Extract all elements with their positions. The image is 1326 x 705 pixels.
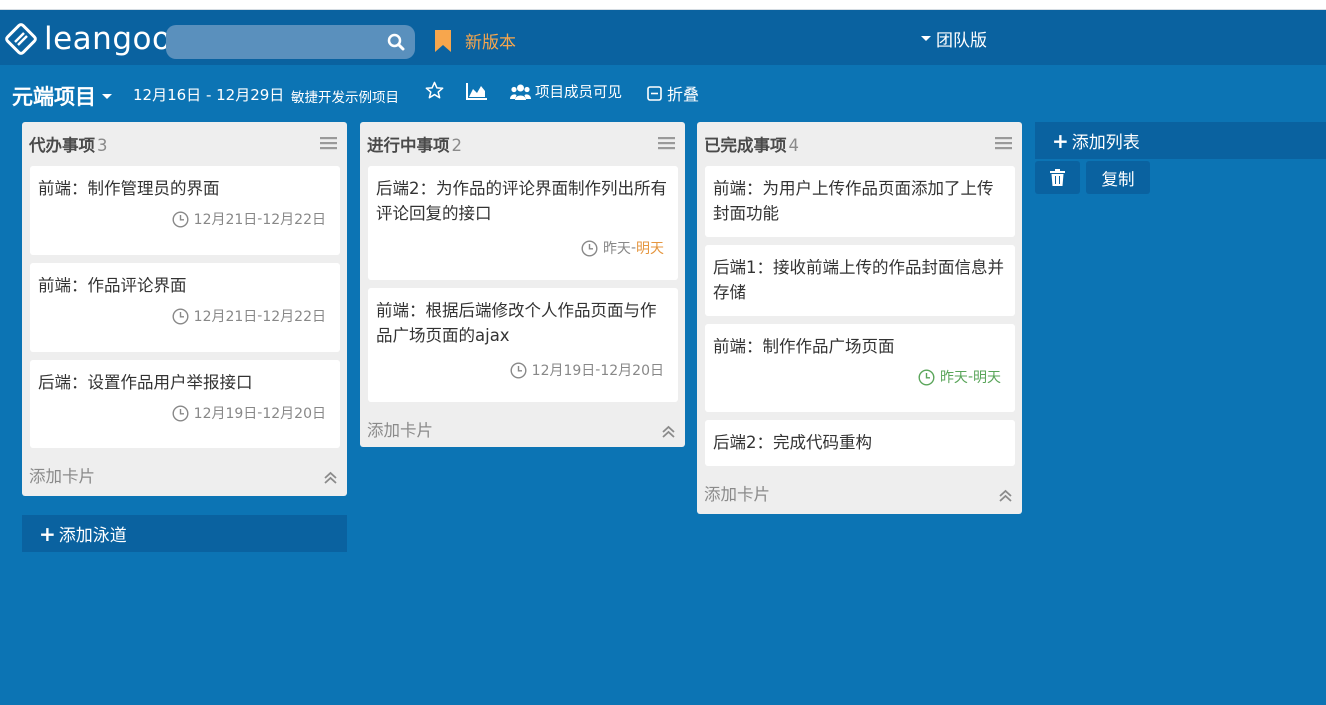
trash-icon — [1050, 169, 1065, 186]
add-list-label: 添加列表 — [1071, 133, 1140, 153]
plus-icon: + — [39, 521, 56, 546]
add-card-button[interactable]: 添加卡片 — [704, 481, 770, 505]
double-chevron-up-icon[interactable] — [661, 424, 676, 439]
add-list-button[interactable]: + 添加列表 — [1035, 122, 1326, 159]
menu-icon[interactable] — [995, 136, 1012, 150]
chart-icon[interactable] — [466, 82, 488, 100]
card[interactable]: 前端：根据后端修改个人作品页面与作品广场页面的ajax 12月19日 - 12月… — [368, 288, 678, 402]
team-edition-dropdown[interactable]: 团队版 — [921, 26, 987, 51]
list-count: 3 — [97, 136, 108, 155]
card-title: 后端：设置作品用户举报接口 — [38, 373, 253, 392]
card-title: 前端：根据后端修改个人作品页面与作品广场页面的ajax — [376, 301, 657, 345]
plus-icon: + — [1052, 128, 1069, 153]
double-chevron-up-icon[interactable] — [323, 470, 338, 485]
list-footer: 添加卡片 — [697, 474, 1022, 514]
list-in-progress: 进行中事项 2 后端2：为作品的评论界面制作列出所有评论回复的接口 昨天 - 明天… — [360, 122, 685, 447]
logo[interactable]: leangoo — [4, 22, 171, 56]
add-swimlane-label: 添加泳道 — [58, 526, 127, 546]
card[interactable]: 后端：设置作品用户举报接口 12月19日 - 12月20日 — [30, 360, 340, 448]
list-title[interactable]: 进行中事项 2 — [367, 132, 462, 156]
clock-icon — [510, 361, 527, 379]
card-due-date: 昨天 - 明天 — [713, 367, 1007, 387]
menu-icon[interactable] — [320, 136, 337, 150]
team-edition-label: 团队版 — [936, 31, 987, 51]
list-footer: 添加卡片 — [360, 410, 685, 447]
card-due-date: 12月21日 - 12月22日 — [38, 209, 332, 229]
card[interactable]: 后端2：完成代码重构 — [705, 420, 1015, 466]
search-icon[interactable] — [387, 33, 405, 51]
card-title: 后端2：为作品的评论界面制作列出所有评论回复的接口 — [376, 179, 667, 223]
clock-icon — [918, 368, 935, 386]
star-icon[interactable] — [425, 81, 444, 100]
copy-button[interactable]: 复制 — [1086, 161, 1150, 194]
list-header: 进行中事项 2 — [360, 122, 685, 162]
clock-icon — [172, 210, 189, 228]
list-footer: 添加卡片 — [22, 456, 347, 496]
project-members-visibility[interactable]: 项目成员可见 — [510, 81, 622, 102]
card-due-date: 12月19日 - 12月20日 — [376, 360, 670, 380]
browser-top-edge — [0, 0, 1326, 10]
card[interactable]: 后端2：为作品的评论界面制作列出所有评论回复的接口 昨天 - 明天 — [368, 166, 678, 280]
add-swimlane-button[interactable]: + 添加泳道 — [22, 515, 347, 552]
new-version-link[interactable]: 新版本 — [433, 28, 516, 53]
card-title: 后端2：完成代码重构 — [713, 433, 872, 452]
menu-icon[interactable] — [658, 136, 675, 150]
fold-button[interactable]: 折叠 — [647, 81, 699, 105]
card-title: 前端：为用户上传作品页面添加了上传封面功能 — [713, 179, 994, 223]
list-header: 已完成事项 4 — [697, 122, 1022, 162]
card-title: 前端：制作作品广场页面 — [713, 337, 895, 356]
card-due-date: 昨天 - 明天 — [376, 238, 670, 258]
project-toolbar: 元端项目 12月16日 - 12月29日 敏捷开发示例项目 项目成员可见 折叠 — [0, 65, 1326, 117]
card[interactable]: 前端：制作管理员的界面 12月21日 - 12月22日 — [30, 166, 340, 255]
add-card-button[interactable]: 添加卡片 — [367, 417, 433, 441]
caret-down-icon — [102, 93, 112, 99]
trash-button[interactable] — [1035, 161, 1080, 194]
list-title[interactable]: 代办事项 3 — [29, 132, 108, 156]
members-label: 项目成员可见 — [535, 85, 622, 101]
card-title: 前端：作品评论界面 — [38, 276, 187, 295]
list-done: 已完成事项 4 前端：为用户上传作品页面添加了上传封面功能 后端1：接收前端上传的… — [697, 122, 1022, 514]
card[interactable]: 前端：为用户上传作品页面添加了上传封面功能 — [705, 166, 1015, 237]
clock-icon — [172, 307, 189, 325]
card-due-date: 12月19日 - 12月20日 — [38, 403, 332, 423]
card-title: 前端：制作管理员的界面 — [38, 179, 220, 198]
caret-down-icon — [921, 36, 931, 41]
list-todo: 代办事项 3 前端：制作管理员的界面 12月21日 - 12月22日 前端：作品评… — [22, 122, 347, 496]
project-title-dropdown[interactable]: 元端项目 — [12, 81, 112, 111]
list-header: 代办事项 3 — [22, 122, 347, 162]
top-header: leangoo 新版本 团队版 — [0, 10, 1326, 65]
list-title[interactable]: 已完成事项 4 — [704, 132, 799, 156]
new-version-label: 新版本 — [465, 33, 516, 53]
list-count: 4 — [788, 136, 800, 155]
card[interactable]: 后端1：接收前端上传的作品封面信息并存储 — [705, 245, 1015, 316]
card-due-date: 12月21日 - 12月22日 — [38, 306, 332, 326]
minus-square-icon — [647, 85, 662, 101]
card[interactable]: 前端：作品评论界面 12月21日 - 12月22日 — [30, 263, 340, 352]
list-count: 2 — [451, 136, 463, 155]
fold-label: 折叠 — [667, 85, 700, 104]
logo-text: leangoo — [44, 21, 172, 57]
logo-icon — [5, 23, 37, 55]
bookmark-icon — [435, 29, 451, 52]
clock-icon — [172, 404, 189, 422]
project-date-range: 12月16日 - 12月29日 — [133, 86, 285, 104]
card-title: 后端1：接收前端上传的作品封面信息并存储 — [713, 258, 1004, 302]
add-card-button[interactable]: 添加卡片 — [29, 463, 95, 487]
double-chevron-up-icon[interactable] — [998, 488, 1013, 503]
clock-icon — [581, 239, 598, 257]
users-icon — [510, 84, 531, 100]
search-input[interactable] — [166, 25, 415, 59]
project-title: 元端项目 — [12, 85, 96, 109]
card[interactable]: 前端：制作作品广场页面 昨天 - 明天 — [705, 324, 1015, 412]
project-description: 敏捷开发示例项目 — [291, 90, 399, 106]
